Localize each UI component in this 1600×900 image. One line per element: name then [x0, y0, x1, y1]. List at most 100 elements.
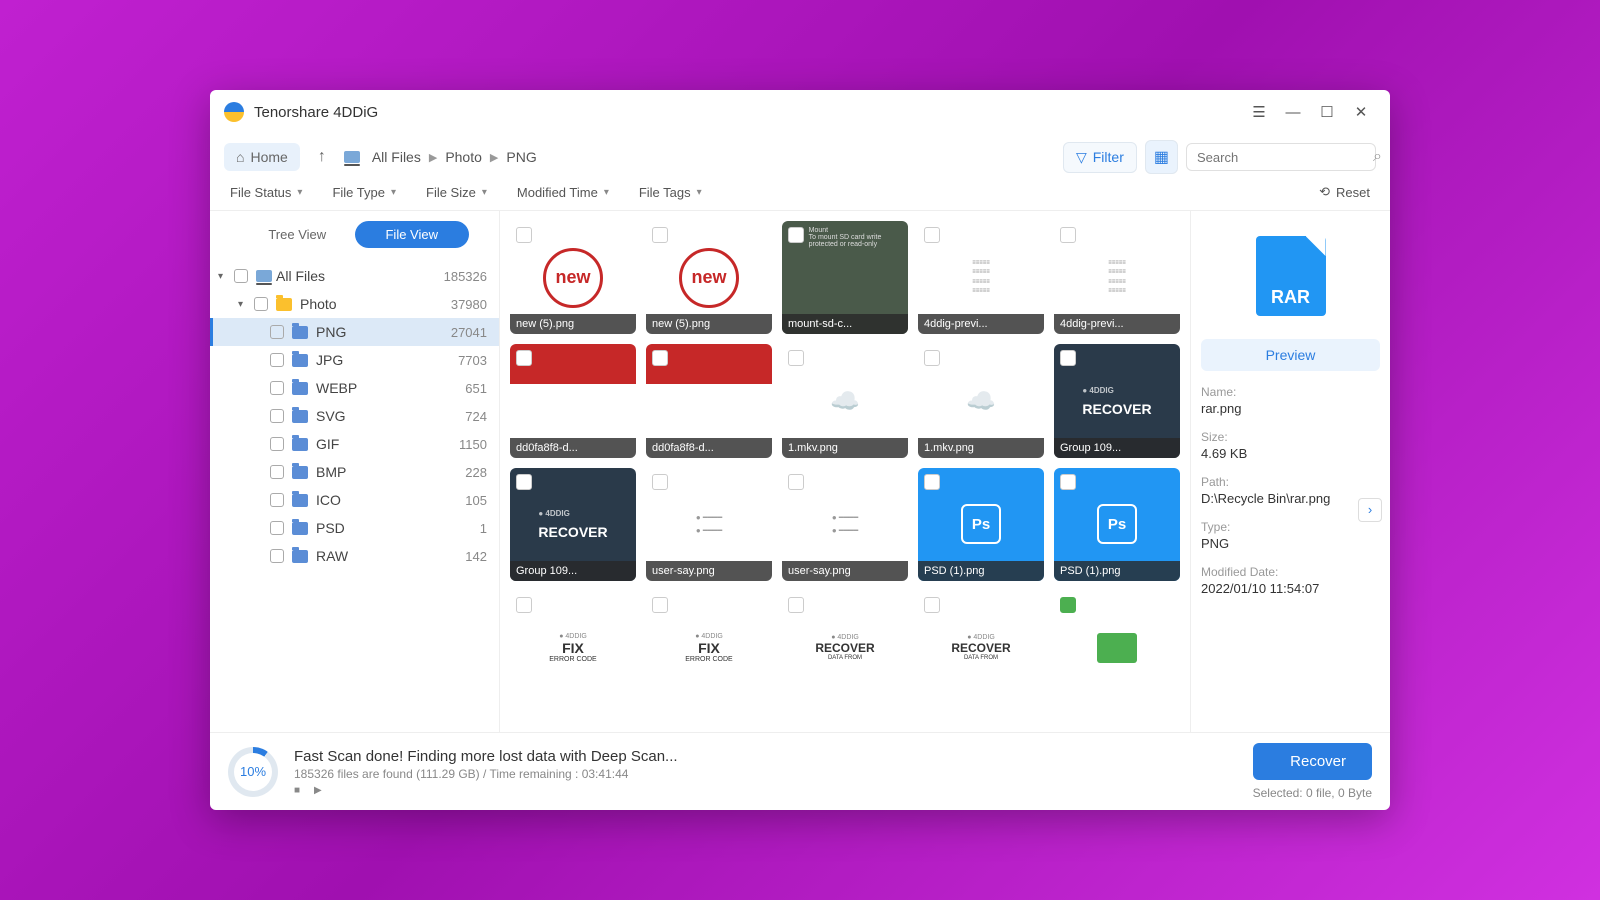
file-checkbox[interactable]: [924, 227, 940, 243]
checkbox[interactable]: [234, 269, 248, 283]
minimize-button[interactable]: —: [1278, 97, 1308, 127]
file-thumb[interactable]: ≡≡≡≡≡≡≡≡≡≡≡≡≡≡≡≡≡≡≡≡ 4ddig-previ...: [918, 221, 1044, 334]
checkbox[interactable]: [270, 493, 284, 507]
tree-count: 7703: [458, 353, 487, 368]
home-button[interactable]: ⌂ Home: [224, 143, 300, 171]
file-checkbox[interactable]: [652, 597, 668, 613]
file-checkbox[interactable]: [788, 350, 804, 366]
tree-item-jpg[interactable]: JPG 7703: [210, 346, 499, 374]
file-thumb[interactable]: MountTo mount SD card writeprotected or …: [782, 221, 908, 334]
reset-button[interactable]: ⟲Reset: [1319, 184, 1370, 200]
file-checkbox[interactable]: [1060, 597, 1076, 613]
file-checkbox[interactable]: [516, 350, 532, 366]
expand-icon[interactable]: ▾: [218, 271, 232, 282]
filter-tags[interactable]: File Tags▾: [639, 185, 702, 200]
close-button[interactable]: ✕: [1346, 97, 1376, 127]
file-thumb[interactable]: ● 4DDIGFIXERROR CODE: [510, 591, 636, 704]
filter-modified[interactable]: Modified Time▾: [517, 185, 609, 200]
file-checkbox[interactable]: [1060, 227, 1076, 243]
file-thumb[interactable]: dd0fa8f8-d...: [510, 344, 636, 457]
filter-status[interactable]: File Status▾: [230, 185, 302, 200]
file-checkbox[interactable]: [924, 474, 940, 490]
file-checkbox[interactable]: [516, 597, 532, 613]
tree-photo[interactable]: ▾ Photo 37980: [210, 290, 499, 318]
file-thumb[interactable]: ● ━━━━● ━━━━ user-say.png: [782, 468, 908, 581]
file-thumb[interactable]: new new (5).png: [646, 221, 772, 334]
breadcrumb-item[interactable]: All Files: [372, 149, 421, 165]
file-checkbox[interactable]: [788, 597, 804, 613]
file-thumb[interactable]: ≡≡≡≡≡≡≡≡≡≡≡≡≡≡≡≡≡≡≡≡ 4ddig-previ...: [1054, 221, 1180, 334]
file-checkbox[interactable]: [788, 227, 804, 243]
file-checkbox[interactable]: [924, 350, 940, 366]
file-thumb[interactable]: ● 4DDIGRECOVER Group 109...: [510, 468, 636, 581]
preview-button[interactable]: Preview: [1201, 339, 1380, 371]
file-thumb[interactable]: Ps PSD (1).png: [918, 468, 1044, 581]
file-thumb[interactable]: ● ━━━━● ━━━━ user-say.png: [646, 468, 772, 581]
maximize-button[interactable]: ☐: [1312, 97, 1342, 127]
tree-item-ico[interactable]: ICO 105: [210, 486, 499, 514]
tree-item-psd[interactable]: PSD 1: [210, 514, 499, 542]
file-checkbox[interactable]: [788, 474, 804, 490]
checkbox[interactable]: [270, 325, 284, 339]
checkbox[interactable]: [270, 521, 284, 535]
up-button[interactable]: ↑: [308, 142, 336, 172]
app-window: Tenorshare 4DDiG ☰ — ☐ ✕ ⌂ Home ↑ All Fi…: [210, 90, 1390, 810]
file-thumb[interactable]: new new (5).png: [510, 221, 636, 334]
file-thumb[interactable]: ● 4DDIGFIXERROR CODE: [646, 591, 772, 704]
tree-item-bmp[interactable]: BMP 228: [210, 458, 499, 486]
filter-size[interactable]: File Size▾: [426, 185, 487, 200]
file-checkbox[interactable]: [652, 474, 668, 490]
checkbox[interactable]: [254, 297, 268, 311]
stop-button[interactable]: ■: [294, 785, 304, 795]
filter-type[interactable]: File Type▾: [332, 185, 396, 200]
file-checkbox[interactable]: [516, 474, 532, 490]
progress-ring: 10%: [228, 747, 278, 797]
file-checkbox[interactable]: [516, 227, 532, 243]
file-checkbox[interactable]: [1060, 474, 1076, 490]
file-name: user-say.png: [782, 561, 908, 581]
tree-item-svg[interactable]: SVG 724: [210, 402, 499, 430]
checkbox[interactable]: [270, 409, 284, 423]
tree-view-tab[interactable]: Tree View: [240, 221, 355, 248]
file-checkbox[interactable]: [652, 350, 668, 366]
file-grid: new new (5).png new new (5).png MountTo …: [510, 221, 1180, 705]
file-grid-area[interactable]: new new (5).png new new (5).png MountTo …: [500, 211, 1190, 732]
chevron-right-icon: ▶: [490, 151, 498, 164]
recover-button[interactable]: Recover: [1253, 743, 1372, 780]
checkbox[interactable]: [270, 549, 284, 563]
breadcrumb-item[interactable]: Photo: [445, 149, 482, 165]
file-name: 4ddig-previ...: [1054, 314, 1180, 334]
file-thumb[interactable]: ☁️ 1.mkv.png: [918, 344, 1044, 457]
file-thumb[interactable]: dd0fa8f8-d...: [646, 344, 772, 457]
tree-item-png[interactable]: PNG 27041: [210, 318, 499, 346]
file-thumb[interactable]: ☁️ 1.mkv.png: [782, 344, 908, 457]
folder-icon: [276, 298, 292, 311]
checkbox[interactable]: [270, 353, 284, 367]
checkbox[interactable]: [270, 437, 284, 451]
file-thumb[interactable]: Ps PSD (1).png: [1054, 468, 1180, 581]
file-checkbox[interactable]: [652, 227, 668, 243]
search-box[interactable]: ⌕: [1186, 143, 1376, 171]
checkbox[interactable]: [270, 465, 284, 479]
play-button[interactable]: ▶: [314, 785, 324, 795]
grid-view-button[interactable]: ▦: [1145, 140, 1178, 174]
tree-item-webp[interactable]: WEBP 651: [210, 374, 499, 402]
filter-button[interactable]: ▽ Filter: [1063, 142, 1137, 173]
tree-root[interactable]: ▾ All Files 185326: [210, 262, 499, 290]
file-view-tab[interactable]: File View: [355, 221, 470, 248]
search-input[interactable]: [1197, 150, 1373, 165]
breadcrumb-item[interactable]: PNG: [506, 149, 536, 165]
next-button[interactable]: ›: [1358, 498, 1382, 522]
tree-item-raw[interactable]: RAW 142: [210, 542, 499, 570]
tree-item-gif[interactable]: GIF 1150: [210, 430, 499, 458]
menu-icon[interactable]: ☰: [1244, 97, 1274, 127]
footer: 10% Fast Scan done! Finding more lost da…: [210, 732, 1390, 810]
file-checkbox[interactable]: [924, 597, 940, 613]
file-thumb[interactable]: ● 4DDIGRECOVERDATA FROM: [782, 591, 908, 704]
file-thumb[interactable]: ● 4DDIGRECOVERDATA FROM: [918, 591, 1044, 704]
checkbox[interactable]: [270, 381, 284, 395]
expand-icon[interactable]: ▾: [238, 299, 252, 310]
file-thumb[interactable]: ● 4DDIGRECOVER Group 109...: [1054, 344, 1180, 457]
file-checkbox[interactable]: [1060, 350, 1076, 366]
file-thumb[interactable]: [1054, 591, 1180, 704]
